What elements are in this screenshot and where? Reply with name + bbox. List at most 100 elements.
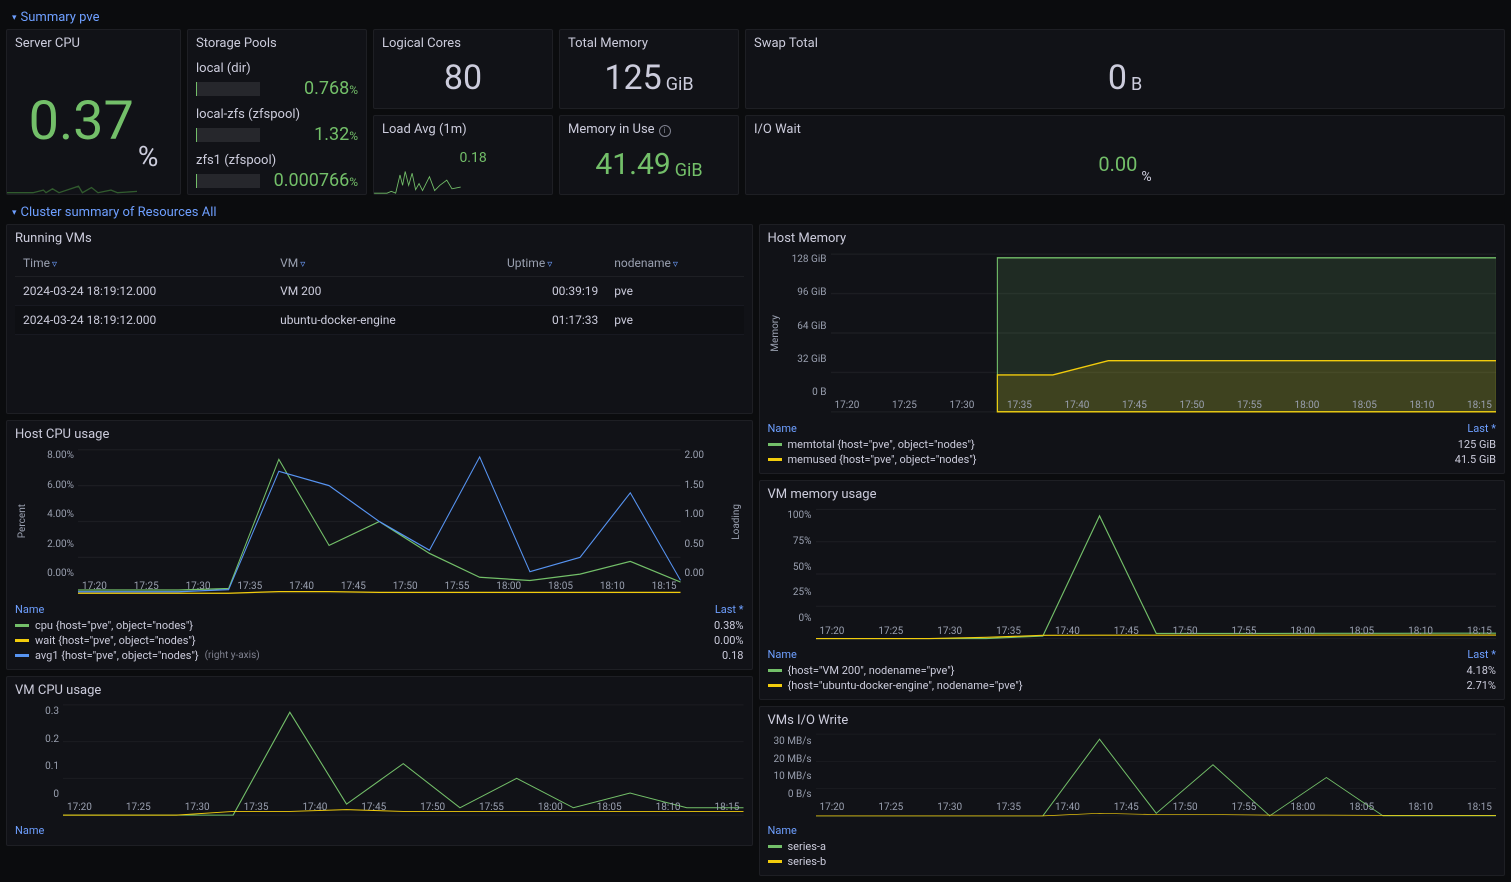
y-axis-label-right: Loading <box>729 504 744 540</box>
panel-server-cpu[interactable]: Server CPU 0.37 % <box>6 29 181 195</box>
storage-bar <box>196 174 260 188</box>
sparkline <box>374 168 461 194</box>
section-title: Cluster summary of Resources All <box>21 205 217 220</box>
panel-title: Swap Total <box>754 36 1496 55</box>
panel-title: Logical Cores <box>382 36 544 55</box>
storage-bar <box>196 128 260 142</box>
plot-area[interactable]: 17:2017:2517:3017:3517:4017:4517:5017:55… <box>816 506 1497 642</box>
stat-value: 0.00 <box>1098 152 1137 176</box>
stat-value: 125 <box>604 58 661 98</box>
legend-name-header: Name <box>768 824 797 837</box>
stat-unit: B <box>1131 74 1142 101</box>
stat-value: 41.49 <box>595 147 670 182</box>
legend-item[interactable]: avg1 {host="pve", object="nodes"} (right… <box>15 648 744 663</box>
storage-pool-name: zfs1 (zfspool) <box>196 151 358 170</box>
panel-title: I/O Wait <box>754 122 1496 141</box>
panel-title: Host Memory <box>768 231 1497 250</box>
info-icon[interactable]: i <box>659 125 671 137</box>
filter-icon: ▿ <box>671 259 678 270</box>
section-header-summary[interactable]: Summary pve <box>6 6 1505 29</box>
panel-title: Server CPU <box>15 36 172 55</box>
plot-area[interactable]: 17:2017:2517:3017:3517:4017:4517:5017:55… <box>831 250 1497 416</box>
legend-name-header: Name <box>15 824 44 837</box>
legend-value: 125 GiB <box>1458 438 1496 451</box>
section-title: Summary pve <box>21 10 100 25</box>
panel-title: Running VMs <box>15 231 744 250</box>
table-row[interactable]: 2024-03-24 18:19:12.000ubuntu-docker-eng… <box>15 306 744 335</box>
panel-host-cpu-usage[interactable]: Host CPU usagePercent8.00%6.00%4.00%2.00… <box>6 420 753 670</box>
y-axis: 8.00%6.00%4.00%2.00%0.00% <box>30 446 78 597</box>
legend: Name series-a series-b <box>768 818 1497 869</box>
plot-area[interactable]: 17:2017:2517:3017:3517:4017:4517:5017:55… <box>816 732 1497 818</box>
storage-pool-row: zfs1 (zfspool) 0.000766% <box>196 151 358 191</box>
panel-load-avg[interactable]: Load Avg (1m) 0.18 <box>373 115 553 195</box>
legend-last-header: Last * <box>715 603 744 616</box>
panel-title: Memory in Usei <box>568 122 730 141</box>
legend: Name Last * cpu {host="pve", object="node… <box>15 597 744 663</box>
col-time[interactable]: Time▿ <box>15 250 272 277</box>
storage-pool-row: local-zfs (zfspool) 1.32% <box>196 105 358 145</box>
legend-name-header: Name <box>15 603 44 616</box>
panel-title: Load Avg (1m) <box>382 122 544 141</box>
panel-total-memory[interactable]: Total Memory 125GiB <box>559 29 739 109</box>
legend: Name <box>15 818 744 839</box>
panel-swap-total[interactable]: Swap Total 0B <box>745 29 1505 109</box>
legend-value: 4.18% <box>1466 664 1496 677</box>
legend-value: 0.38% <box>714 619 744 632</box>
y-axis-right: 2.001.501.000.500.00 <box>681 446 729 597</box>
storage-bar <box>196 82 260 96</box>
panel-io-wait[interactable]: I/O Wait 0.00% <box>745 115 1505 195</box>
storage-pct: 0.000766% <box>268 170 358 191</box>
legend-item[interactable]: {host="ubuntu-docker-engine", nodename="… <box>768 678 1497 693</box>
x-axis: 17:2017:2517:3017:3517:4017:4517:5017:55… <box>63 802 744 818</box>
stat-value: 0.18 <box>459 150 486 166</box>
panel-running-vms[interactable]: Running VMs Time▿ VM▿ Uptime▿ nodename▿ … <box>6 224 753 414</box>
legend-item[interactable]: {host="VM 200", nodename="pve"} 4.18% <box>768 663 1497 678</box>
plot-area[interactable]: 17:2017:2517:3017:3517:4017:4517:5017:55… <box>78 446 681 597</box>
filter-icon: ▿ <box>298 259 305 270</box>
legend-item[interactable]: wait {host="pve", object="nodes"} 0.00% <box>15 633 744 648</box>
legend-item[interactable]: series-b <box>768 854 1497 869</box>
stat-unit: % <box>1141 169 1151 187</box>
panel-title: Total Memory <box>568 36 730 55</box>
stat-value: 80 <box>444 58 482 98</box>
legend-last-header: Last * <box>1467 648 1496 661</box>
panel-vm-memory-usage[interactable]: VM memory usage100%75%50%25%0%17:2017:25… <box>759 480 1506 700</box>
panel-title: Host CPU usage <box>15 427 744 446</box>
panel-title: VM CPU usage <box>15 683 744 702</box>
table-row[interactable]: 2024-03-24 18:19:12.000VM 20000:39:19pve <box>15 277 744 306</box>
legend-last-header: Last * <box>1467 422 1496 435</box>
stat-value: 0.37 <box>29 90 134 153</box>
y-axis: 128 GiB96 GiB64 GiB32 GiB0 B <box>783 250 831 416</box>
legend-item[interactable]: memused {host="pve", object="nodes"} 41.… <box>768 452 1497 467</box>
y-axis: 100%75%50%25%0% <box>768 506 816 642</box>
col-nodename[interactable]: nodename▿ <box>606 250 743 277</box>
legend-item[interactable]: cpu {host="pve", object="nodes"} 0.38% <box>15 618 744 633</box>
plot-area[interactable]: 17:2017:2517:3017:3517:4017:4517:5017:55… <box>63 702 744 818</box>
panel-memory-in-use[interactable]: Memory in Usei 41.49GiB <box>559 115 739 195</box>
storage-pool-name: local (dir) <box>196 59 358 78</box>
panel-title: VM memory usage <box>768 487 1497 506</box>
panel-host-memory[interactable]: Host MemoryMemory128 GiB96 GiB64 GiB32 G… <box>759 224 1506 474</box>
legend-value: 0.00% <box>714 634 744 647</box>
x-axis: 17:2017:2517:3017:3517:4017:4517:5017:55… <box>816 802 1497 818</box>
stat-value: 0 <box>1108 58 1127 98</box>
col-uptime[interactable]: Uptime▿ <box>499 250 606 277</box>
storage-pool-row: local (dir) 0.768% <box>196 59 358 99</box>
stat-unit: GiB <box>675 160 703 187</box>
panel-vm-cpu-usage[interactable]: VM CPU usage0.30.20.1017:2017:2517:3017:… <box>6 676 753 846</box>
legend-item[interactable]: series-a <box>768 839 1497 854</box>
panel-vms-io-write[interactable]: VMs I/O Write30 MB/s20 MB/s10 MB/s0 B/s1… <box>759 706 1506 876</box>
y-axis: 0.30.20.10 <box>15 702 63 818</box>
filter-icon: ▿ <box>50 259 57 270</box>
x-axis: 17:2017:2517:3017:3517:4017:4517:5017:55… <box>831 400 1497 416</box>
panel-logical-cores[interactable]: Logical Cores 80 <box>373 29 553 109</box>
storage-pool-name: local-zfs (zfspool) <box>196 105 358 124</box>
legend: NameLast * {host="VM 200", nodename="pve… <box>768 642 1497 693</box>
legend-item[interactable]: memtotal {host="pve", object="nodes"} 12… <box>768 437 1497 452</box>
panel-storage-pools[interactable]: Storage Pools local (dir) 0.768% local-z… <box>187 29 367 195</box>
x-axis: 17:2017:2517:3017:3517:4017:4517:5017:55… <box>78 581 681 597</box>
storage-pct: 0.768% <box>268 78 358 99</box>
section-header-cluster[interactable]: Cluster summary of Resources All <box>6 201 1505 224</box>
col-vm[interactable]: VM▿ <box>272 250 499 277</box>
